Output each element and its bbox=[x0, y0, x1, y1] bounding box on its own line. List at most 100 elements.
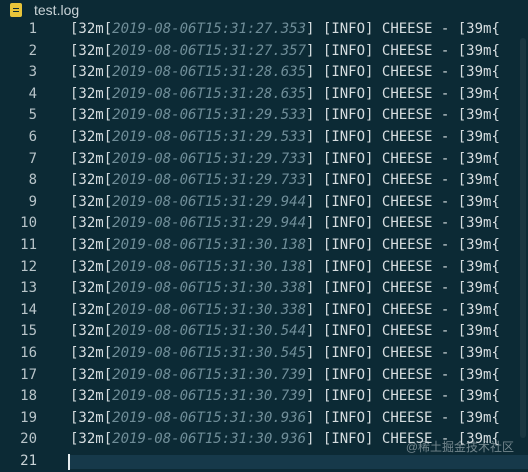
code-line[interactable]: 18 [32m[2019-08-06T15:31:30.739] [INFO] C… bbox=[0, 386, 528, 408]
line-content: [32m[2019-08-06T15:31:28.635] [INFO] CHE… bbox=[70, 84, 500, 106]
line-number: 9 bbox=[28, 193, 37, 210]
log-prefix: [32m[ bbox=[70, 280, 113, 297]
line-content: [32m[2019-08-06T15:31:29.733] [INFO] CHE… bbox=[70, 149, 500, 171]
code-line[interactable]: 10 [32m[2019-08-06T15:31:29.944] [INFO] C… bbox=[0, 213, 528, 235]
line-number: 15 bbox=[20, 323, 37, 340]
log-prefix: [32m[ bbox=[70, 323, 113, 340]
line-number: 2 bbox=[28, 42, 37, 59]
line-number: 4 bbox=[28, 85, 37, 102]
code-line[interactable]: 1 [32m[2019-08-06T15:31:27.353] [INFO] CH… bbox=[0, 19, 528, 41]
code-line[interactable]: 12 [32m[2019-08-06T15:31:30.138] [INFO] C… bbox=[0, 257, 528, 279]
line-content: [32m[2019-08-06T15:31:29.533] [INFO] CHE… bbox=[70, 105, 500, 127]
line-number: 19 bbox=[20, 409, 37, 426]
line-content: [32m[2019-08-06T15:31:30.544] [INFO] CHE… bbox=[70, 321, 500, 343]
log-prefix: [32m[ bbox=[70, 64, 113, 81]
code-line[interactable]: 19 [32m[2019-08-06T15:31:30.936] [INFO] C… bbox=[0, 408, 528, 430]
line-number: 6 bbox=[28, 128, 37, 145]
code-line[interactable]: 6 [32m[2019-08-06T15:31:29.533] [INFO] CH… bbox=[0, 127, 528, 149]
log-timestamp: 2019-08-06T15:31:30.739 bbox=[112, 366, 307, 383]
log-timestamp: 2019-08-06T15:31:29.944 bbox=[112, 215, 307, 232]
line-number: 1 bbox=[28, 21, 37, 37]
editor[interactable]: 1 [32m[2019-08-06T15:31:27.353] [INFO] CH… bbox=[0, 19, 528, 472]
log-message: ] [INFO] CHEESE - [39m{ bbox=[306, 323, 500, 340]
log-timestamp: 2019-08-06T15:31:27.357 bbox=[112, 42, 307, 59]
code-line[interactable]: 9 [32m[2019-08-06T15:31:29.944] [INFO] CH… bbox=[0, 192, 528, 214]
log-prefix: [32m[ bbox=[70, 128, 113, 145]
log-message: ] [INFO] CHEESE - [39m{ bbox=[306, 236, 500, 253]
watermark: @稀土掘金技术社区 bbox=[405, 440, 514, 454]
code-line[interactable]: 7 [32m[2019-08-06T15:31:29.733] [INFO] CH… bbox=[0, 149, 528, 171]
log-prefix: [32m[ bbox=[70, 388, 113, 405]
log-timestamp: 2019-08-06T15:31:30.936 bbox=[112, 431, 307, 448]
log-timestamp: 2019-08-06T15:31:30.138 bbox=[112, 236, 307, 253]
line-number: 12 bbox=[20, 258, 37, 275]
log-timestamp: 2019-08-06T15:31:30.545 bbox=[112, 344, 307, 361]
log-timestamp: 2019-08-06T15:31:30.936 bbox=[112, 409, 307, 426]
line-content: [32m[2019-08-06T15:31:30.739] [INFO] CHE… bbox=[70, 365, 500, 387]
log-timestamp: 2019-08-06T15:31:29.944 bbox=[112, 193, 307, 210]
log-prefix: [32m[ bbox=[70, 193, 113, 210]
line-content: [32m[2019-08-06T15:31:30.338] [INFO] CHE… bbox=[70, 278, 500, 300]
line-number: 14 bbox=[20, 301, 37, 318]
log-timestamp: 2019-08-06T15:31:30.338 bbox=[112, 301, 307, 318]
line-number: 11 bbox=[20, 236, 37, 253]
line-number: 13 bbox=[20, 280, 37, 297]
log-prefix: [32m[ bbox=[70, 236, 113, 253]
line-content: [32m[2019-08-06T15:31:30.138] [INFO] CHE… bbox=[70, 257, 500, 279]
code-line[interactable]: 17 [32m[2019-08-06T15:31:30.739] [INFO] C… bbox=[0, 365, 528, 387]
line-number: 8 bbox=[28, 172, 37, 189]
line-content: [32m[2019-08-06T15:31:29.944] [INFO] CHE… bbox=[70, 213, 500, 235]
line-content: [32m[2019-08-06T15:31:28.635] [INFO] CHE… bbox=[70, 62, 500, 84]
line-content: [32m[2019-08-06T15:31:30.545] [INFO] CHE… bbox=[70, 343, 500, 365]
scrollbar[interactable] bbox=[518, 22, 528, 442]
code-line[interactable]: 5 [32m[2019-08-06T15:31:29.533] [INFO] CH… bbox=[0, 105, 528, 127]
log-message: ] [INFO] CHEESE - [39m{ bbox=[306, 42, 500, 59]
code-line[interactable]: 14 [32m[2019-08-06T15:31:30.338] [INFO] C… bbox=[0, 300, 528, 322]
tab-title[interactable]: test.log bbox=[34, 2, 79, 18]
code-line[interactable]: 15 [32m[2019-08-06T15:31:30.544] [INFO] C… bbox=[0, 321, 528, 343]
log-timestamp: 2019-08-06T15:31:28.635 bbox=[112, 85, 307, 102]
log-message: ] [INFO] CHEESE - [39m{ bbox=[306, 85, 500, 102]
code-line[interactable]: 8 [32m[2019-08-06T15:31:29.733] [INFO] CH… bbox=[0, 170, 528, 192]
line-number: 20 bbox=[20, 431, 37, 448]
log-prefix: [32m[ bbox=[70, 21, 113, 37]
code-line[interactable]: 16 [32m[2019-08-06T15:31:30.545] [INFO] C… bbox=[0, 343, 528, 365]
code-line[interactable]: 13 [32m[2019-08-06T15:31:30.338] [INFO] C… bbox=[0, 278, 528, 300]
line-content: [32m[2019-08-06T15:31:27.357] [INFO] CHE… bbox=[70, 41, 500, 63]
log-message: ] [INFO] CHEESE - [39m{ bbox=[306, 128, 500, 145]
log-message: ] [INFO] CHEESE - [39m{ bbox=[306, 215, 500, 232]
line-content: [32m[2019-08-06T15:31:30.138] [INFO] CHE… bbox=[70, 235, 500, 257]
line-content: [32m[2019-08-06T15:31:30.739] [INFO] CHE… bbox=[70, 386, 500, 408]
log-timestamp: 2019-08-06T15:31:30.338 bbox=[112, 280, 307, 297]
log-prefix: [32m[ bbox=[70, 409, 113, 426]
code-line[interactable]: 2 [32m[2019-08-06T15:31:27.357] [INFO] CH… bbox=[0, 41, 528, 63]
line-number: 16 bbox=[20, 344, 37, 361]
log-prefix: [32m[ bbox=[70, 344, 113, 361]
log-timestamp: 2019-08-06T15:31:29.733 bbox=[112, 172, 307, 189]
line-number: 3 bbox=[28, 64, 37, 81]
code-line[interactable]: 4 [32m[2019-08-06T15:31:28.635] [INFO] CH… bbox=[0, 84, 528, 106]
log-timestamp: 2019-08-06T15:31:29.533 bbox=[112, 128, 307, 145]
line-content: [32m[2019-08-06T15:31:29.533] [INFO] CHE… bbox=[70, 127, 500, 149]
line-number: 5 bbox=[28, 107, 37, 124]
code-line[interactable]: 11 [32m[2019-08-06T15:31:30.138] [INFO] C… bbox=[0, 235, 528, 257]
line-content: [32m[2019-08-06T15:31:30.936] [INFO] CHE… bbox=[70, 408, 500, 430]
scroll-thumb[interactable] bbox=[520, 38, 526, 438]
text-cursor bbox=[68, 453, 70, 470]
log-prefix: [32m[ bbox=[70, 366, 113, 383]
log-message: ] [INFO] CHEESE - [39m{ bbox=[306, 21, 500, 37]
log-prefix: [32m[ bbox=[70, 215, 113, 232]
line-number: 7 bbox=[28, 150, 37, 167]
line-content: [32m[2019-08-06T15:31:30.338] [INFO] CHE… bbox=[70, 300, 500, 322]
code-line[interactable]: 3 [32m[2019-08-06T15:31:28.635] [INFO] CH… bbox=[0, 62, 528, 84]
log-message: ] [INFO] CHEESE - [39m{ bbox=[306, 150, 500, 167]
line-number: 10 bbox=[20, 215, 37, 232]
log-message: ] [INFO] CHEESE - [39m{ bbox=[306, 344, 500, 361]
log-timestamp: 2019-08-06T15:31:30.739 bbox=[112, 388, 307, 405]
log-message: ] [INFO] CHEESE - [39m{ bbox=[306, 193, 500, 210]
log-prefix: [32m[ bbox=[70, 258, 113, 275]
document-icon bbox=[10, 3, 22, 17]
log-prefix: [32m[ bbox=[70, 172, 113, 189]
log-timestamp: 2019-08-06T15:31:29.533 bbox=[112, 107, 307, 124]
log-message: ] [INFO] CHEESE - [39m{ bbox=[306, 258, 500, 275]
